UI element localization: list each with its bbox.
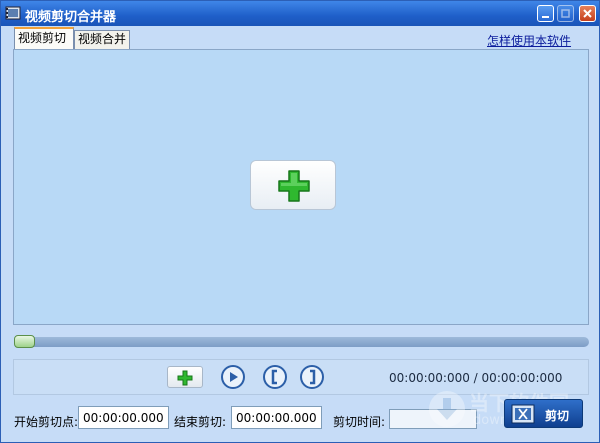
start-point-field[interactable] <box>78 406 169 429</box>
close-button[interactable] <box>579 5 596 22</box>
start-point-label: 开始剪切点: <box>14 415 79 429</box>
timeline-slider-track[interactable] <box>14 337 589 347</box>
cut-duration-field <box>389 409 477 429</box>
current-time: 00:00:00:000 <box>389 371 470 385</box>
open-video-button[interactable] <box>167 366 203 388</box>
plus-icon <box>177 370 193 386</box>
cut-button[interactable]: 剪切 <box>504 399 583 428</box>
minimize-button[interactable] <box>537 5 554 22</box>
close-icon <box>583 9 592 18</box>
total-time: 00:00:00:000 <box>481 371 563 385</box>
app-window: 视频剪切合并器 视频剪切 视频合并 怎样使用本软件 00:00:00:000 /… <box>0 0 600 443</box>
tab-video-cut[interactable]: 视频剪切 <box>14 27 74 49</box>
tab-video-merge[interactable]: 视频合并 <box>74 30 130 49</box>
plus-icon <box>278 170 310 202</box>
help-link[interactable]: 怎样使用本软件 <box>487 32 571 49</box>
set-start-point-button[interactable] <box>263 365 287 389</box>
time-separator: / <box>473 371 478 385</box>
cut-button-label: 剪切 <box>545 409 570 423</box>
window-title: 视频剪切合并器 <box>25 10 117 25</box>
title-bar[interactable]: 视频剪切合并器 <box>1 1 599 26</box>
set-end-point-button[interactable] <box>300 365 324 389</box>
maximize-icon <box>561 9 570 18</box>
mark-out-icon <box>300 365 324 389</box>
mark-in-icon <box>263 365 287 389</box>
video-preview-area <box>13 49 589 325</box>
timeline-slider-handle[interactable] <box>14 335 35 348</box>
add-video-button[interactable] <box>250 160 336 210</box>
end-point-field[interactable] <box>231 406 322 429</box>
film-cut-icon <box>511 404 535 424</box>
maximize-button[interactable] <box>557 5 574 22</box>
time-readout: 00:00:00:000 / 00:00:00:000 <box>389 371 562 385</box>
cut-duration-label: 剪切时间: <box>333 415 386 429</box>
film-icon <box>5 5 21 21</box>
play-icon <box>221 365 245 389</box>
play-button[interactable] <box>221 365 245 389</box>
minimize-icon <box>542 16 549 18</box>
end-point-label: 结束剪切: <box>174 415 227 429</box>
